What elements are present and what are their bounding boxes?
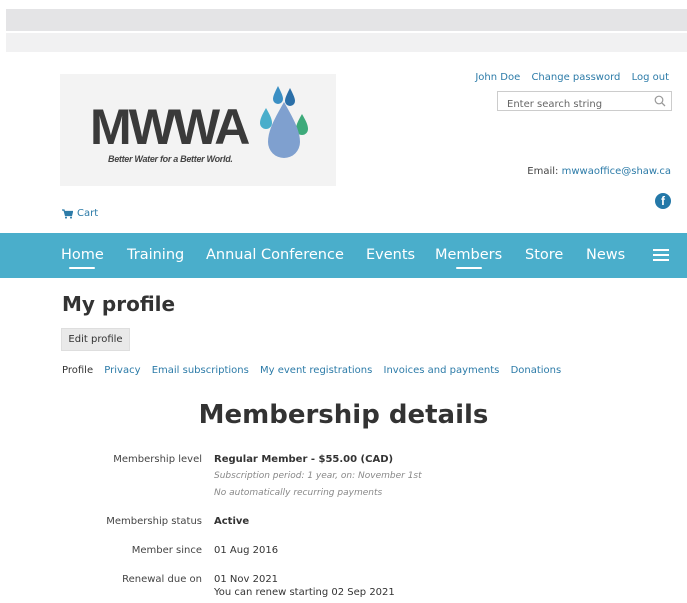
section-title: Membership details xyxy=(198,400,489,430)
renewal-due-label: Renewal due on xyxy=(122,574,202,585)
main-nav: Home Training Annual Conference Events M… xyxy=(0,233,687,278)
logo-tagline: Better Water for a Better World. xyxy=(108,154,233,164)
nav-item-news[interactable]: News xyxy=(586,247,625,263)
membership-level-label: Membership level xyxy=(113,454,202,465)
cart-label: Cart xyxy=(77,208,99,219)
nav-item-events[interactable]: Events xyxy=(366,247,415,263)
subnav-invoices-payments[interactable]: Invoices and payments xyxy=(384,365,500,376)
email-label: Email: xyxy=(527,166,559,177)
member-since-label: Member since xyxy=(131,545,202,556)
browser-toolbar xyxy=(6,9,687,31)
user-links: John Doe Change password Log out xyxy=(467,72,669,83)
log-out-link[interactable]: Log out xyxy=(632,72,669,83)
cart-icon xyxy=(62,208,73,219)
renewal-due-value: 01 Nov 2021 xyxy=(214,574,279,585)
page-title: My profile xyxy=(62,292,176,316)
user-name-link[interactable]: John Doe xyxy=(475,72,520,83)
edit-profile-button[interactable]: Edit profile xyxy=(61,328,130,351)
nav-item-annual-conference[interactable]: Annual Conference xyxy=(206,247,344,263)
nav-item-home[interactable]: Home xyxy=(61,247,104,269)
subnav-profile[interactable]: Profile xyxy=(62,365,93,376)
subnav-donations[interactable]: Donations xyxy=(511,365,562,376)
nav-item-training[interactable]: Training xyxy=(127,247,184,263)
menu-icon[interactable] xyxy=(653,249,669,261)
nav-item-members[interactable]: Members xyxy=(435,247,502,269)
email-link[interactable]: mwwaoffice@shaw.ca xyxy=(562,166,671,177)
membership-status-label: Membership status xyxy=(106,516,202,527)
membership-status-value: Active xyxy=(214,516,250,527)
search-input[interactable] xyxy=(498,95,648,114)
search-icon[interactable] xyxy=(654,95,666,107)
search-box xyxy=(497,91,672,114)
subnav-email-subscriptions[interactable]: Email subscriptions xyxy=(152,365,249,376)
member-since-value: 01 Aug 2016 xyxy=(214,545,279,556)
recurring-payments-note: No automatically recurring payments xyxy=(214,488,383,498)
profile-subnav: Profile Privacy Email subscriptions My e… xyxy=(62,365,569,376)
cart-link[interactable]: Cart xyxy=(62,208,98,219)
nav-item-store[interactable]: Store xyxy=(525,247,563,263)
contact-email: Email: mwwaoffice@shaw.ca xyxy=(527,166,671,177)
renewal-start-note: You can renew starting 02 Sep 2021 xyxy=(214,587,395,598)
browser-tabbar xyxy=(6,33,687,52)
logo-text: MWWA xyxy=(90,99,250,155)
change-password-link[interactable]: Change password xyxy=(531,72,620,83)
site-logo[interactable]: MWWA Better Water for a Better World. xyxy=(60,74,336,186)
subnav-privacy[interactable]: Privacy xyxy=(104,365,140,376)
facebook-icon[interactable]: f xyxy=(655,193,671,209)
subnav-event-registrations[interactable]: My event registrations xyxy=(260,365,372,376)
membership-level-value: Regular Member - $55.00 (CAD) xyxy=(214,454,394,465)
water-drops-icon xyxy=(260,86,308,158)
subscription-period-note: Subscription period: 1 year, on: Novembe… xyxy=(214,471,422,481)
